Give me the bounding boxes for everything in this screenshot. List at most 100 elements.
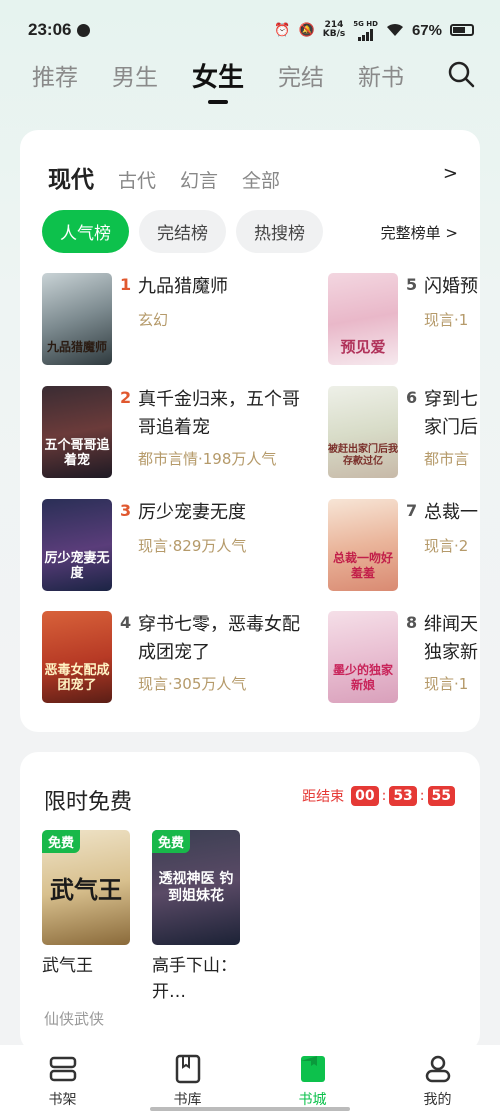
book-cover: 厉少宠妻无度 xyxy=(42,499,112,591)
home-indicator[interactable] xyxy=(150,1107,350,1111)
network-speed-unit: KB/s xyxy=(322,29,346,39)
bookstore-icon xyxy=(300,1056,325,1082)
book-item[interactable]: 五个哥哥追着宠 2 真千金归来，五个哥哥追着宠 都市言情·198万人气 xyxy=(42,386,322,481)
book-meta: 都市言情·198万人气 xyxy=(138,450,277,468)
book-item[interactable]: 厉少宠妻无度 3 厉少宠妻无度 现言·829万人气 xyxy=(42,499,322,594)
nav-label: 书架 xyxy=(48,1092,77,1108)
countdown-seconds: 55 xyxy=(427,786,455,806)
network-type: 5G HD xyxy=(353,19,378,28)
book-meta: 现言·305万人气 xyxy=(138,675,247,693)
countdown-label: 距结束 xyxy=(302,789,345,805)
wifi-icon xyxy=(386,23,403,36)
countdown-hours: 00 xyxy=(351,786,379,806)
book-cover: 五个哥哥追着宠 xyxy=(42,386,112,478)
tab-finished[interactable]: 完结 xyxy=(278,58,324,92)
book-cover: 恶毒女配成团宠了 xyxy=(42,611,112,703)
bottom-nav: 书架 书库 书城 我的 xyxy=(0,1045,500,1115)
book-title: 穿书七零，恶毒女配成团宠了 xyxy=(138,614,300,663)
book-cover: 武气王 免费 xyxy=(42,830,130,945)
cover-title: 透视神医 钓到姐妹花 xyxy=(158,870,234,904)
book-meta: 现言·1 xyxy=(424,675,469,693)
book-item[interactable]: 九品猎魔师 1 九品猎魔师 玄幻 xyxy=(42,273,322,368)
nav-label: 我的 xyxy=(423,1092,452,1108)
book-meta: 玄幻 xyxy=(138,311,169,329)
category-ancient[interactable]: 古代 xyxy=(118,166,156,193)
rank-number: 3 xyxy=(120,501,132,520)
chip-finished[interactable]: 完结榜 xyxy=(139,210,226,253)
category-all[interactable]: 全部 xyxy=(242,166,280,193)
tab-male[interactable]: 男生 xyxy=(112,58,158,92)
book-icon xyxy=(175,1054,200,1084)
book-cover: 被赶出家门后我存款过亿 xyxy=(328,386,398,478)
free-badge: 免费 xyxy=(42,830,81,853)
cover-title: 厉少宠妻无度 xyxy=(44,551,110,581)
nav-profile[interactable]: 我的 xyxy=(388,1053,488,1109)
book-cover: 墨少的独家新娘 xyxy=(328,611,398,703)
book-genre: 仙侠武侠 xyxy=(44,1010,105,1028)
nav-label: 书库 xyxy=(173,1092,202,1108)
book-meta: 现言·2 xyxy=(424,537,469,555)
book-cover: 透视神医 钓到姐妹花 免费 xyxy=(152,830,240,945)
chevron-right-icon[interactable]: > xyxy=(443,163,458,184)
tab-new[interactable]: 新书 xyxy=(358,58,404,92)
book-meta: 都市言 xyxy=(424,450,470,468)
free-book-item[interactable]: 武气王 免费 武气王 xyxy=(42,830,130,979)
book-cover: 九品猎魔师 xyxy=(42,273,112,365)
book-cover: 预见爱 xyxy=(328,273,398,365)
status-bar: 23:06 ⏰ 🔕 214 KB/s 5G HD 67% xyxy=(0,0,500,60)
cover-title: 五个哥哥追着宠 xyxy=(44,438,110,468)
cover-title: 武气王 xyxy=(50,876,122,904)
book-title: 总裁一 xyxy=(424,502,478,523)
category-tabs: 现代 古代 幻言 全部 xyxy=(48,160,304,194)
countdown-minutes: 53 xyxy=(389,786,417,806)
book-item[interactable]: 被赶出家门后我存款过亿 6 穿到七家门后 都市言 xyxy=(328,386,480,481)
book-meta: 现言·829万人气 xyxy=(138,537,247,555)
chip-hot-search[interactable]: 热搜榜 xyxy=(236,210,323,253)
profile-icon xyxy=(425,1055,450,1083)
book-item[interactable]: 总裁一吻好羞羞 7 总裁一 现言·2 xyxy=(328,499,480,594)
rank-number: 4 xyxy=(120,613,132,632)
book-cover: 总裁一吻好羞羞 xyxy=(328,499,398,591)
cover-title: 墨少的独家新娘 xyxy=(332,663,393,692)
signal-icon: 5G HD xyxy=(353,20,378,41)
rank-number: 8 xyxy=(406,613,418,632)
rank-number: 7 xyxy=(406,501,418,520)
rank-number: 5 xyxy=(406,275,418,294)
full-ranking-link[interactable]: 完整榜单 > xyxy=(381,222,458,243)
cover-title: 被赶出家门后我存款过亿 xyxy=(328,444,398,467)
ranking-chips: 人气榜 完结榜 热搜榜 xyxy=(42,210,333,253)
nav-library[interactable]: 书库 xyxy=(138,1053,238,1109)
free-badge: 免费 xyxy=(152,830,191,853)
book-item[interactable]: 墨少的独家新娘 8 绯闻天独家新 现言·1 xyxy=(328,611,480,706)
category-modern[interactable]: 现代 xyxy=(48,160,94,194)
book-title: 真千金归来，五个哥哥追着宠 xyxy=(138,389,300,438)
ranking-card: 现代 古代 幻言 全部 > 人气榜 完结榜 热搜榜 完整榜单 > 九品猎魔师 1… xyxy=(20,130,480,732)
battery-icon xyxy=(450,24,474,36)
network-speed: 214 KB/s xyxy=(323,21,345,39)
book-item[interactable]: 预见爱 5 闪婚预 现言·1 xyxy=(328,273,480,368)
book-title: 高手下山：开… xyxy=(152,956,237,1002)
nav-bookstore[interactable]: 书城 xyxy=(263,1053,363,1109)
book-title: 厉少宠妻无度 xyxy=(138,502,246,523)
rank-number: 2 xyxy=(120,388,132,407)
chip-popular[interactable]: 人气榜 xyxy=(42,210,129,253)
mute-icon: 🔕 xyxy=(298,22,315,38)
app-status-icon xyxy=(77,23,91,37)
bookshelf-icon xyxy=(49,1056,76,1082)
alarm-icon: ⏰ xyxy=(274,22,291,38)
search-icon[interactable] xyxy=(446,59,476,89)
book-item[interactable]: 恶毒女配成团宠了 4 穿书七零，恶毒女配成团宠了 现言·305万人气 xyxy=(42,611,322,706)
category-fantasy-romance[interactable]: 幻言 xyxy=(180,166,218,193)
book-title: 绯闻天独家新 xyxy=(424,614,478,663)
book-title: 闪婚预 xyxy=(424,276,478,297)
free-book-item[interactable]: 透视神医 钓到姐妹花 免费 高手下山：开… xyxy=(152,830,240,1005)
tab-recommend[interactable]: 推荐 xyxy=(32,58,78,92)
limited-free-card: 限时免费 距结束 00: 53: 55 武气王 免费 武气王 透视神医 钓到姐妹… xyxy=(20,752,480,1052)
countdown-timer: 距结束 00: 53: 55 xyxy=(302,786,458,806)
nav-label: 书城 xyxy=(298,1092,327,1108)
tab-female[interactable]: 女生 xyxy=(192,57,244,94)
nav-bookshelf[interactable]: 书架 xyxy=(13,1053,113,1109)
rank-number: 1 xyxy=(120,275,132,294)
rank-number: 6 xyxy=(406,388,418,407)
cover-title: 总裁一吻好羞羞 xyxy=(332,551,393,580)
